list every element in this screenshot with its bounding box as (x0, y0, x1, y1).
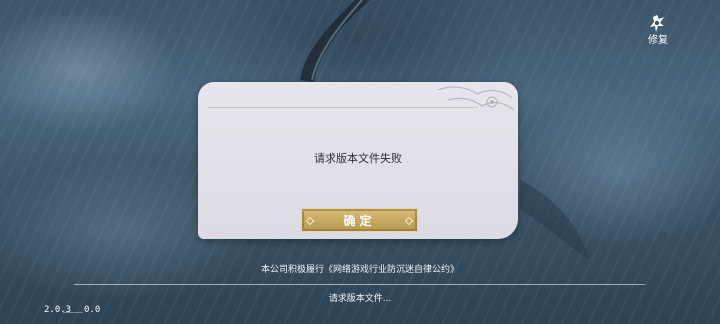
confirm-button[interactable]: 确定 (301, 208, 418, 232)
repair-icon (650, 15, 664, 32)
loading-progress-bar (74, 284, 645, 285)
cloud-ornament-icon (437, 86, 515, 111)
version-right: 0.0 (84, 305, 101, 315)
repair-label: 修复 (648, 35, 668, 46)
error-dialog: 请求版本文件失败 确定 (198, 82, 518, 239)
dialog-message: 请求版本文件失败 (314, 152, 402, 165)
repair-button[interactable]: 修复 (644, 14, 672, 50)
anti-addiction-notice: 本公司积极履行《网络游戏行业防沉迷自律公约》 (260, 265, 459, 275)
loading-status: 请求版本文件... (328, 294, 392, 304)
version-separator (63, 312, 83, 313)
version-left: 2.0.3 (44, 305, 72, 315)
